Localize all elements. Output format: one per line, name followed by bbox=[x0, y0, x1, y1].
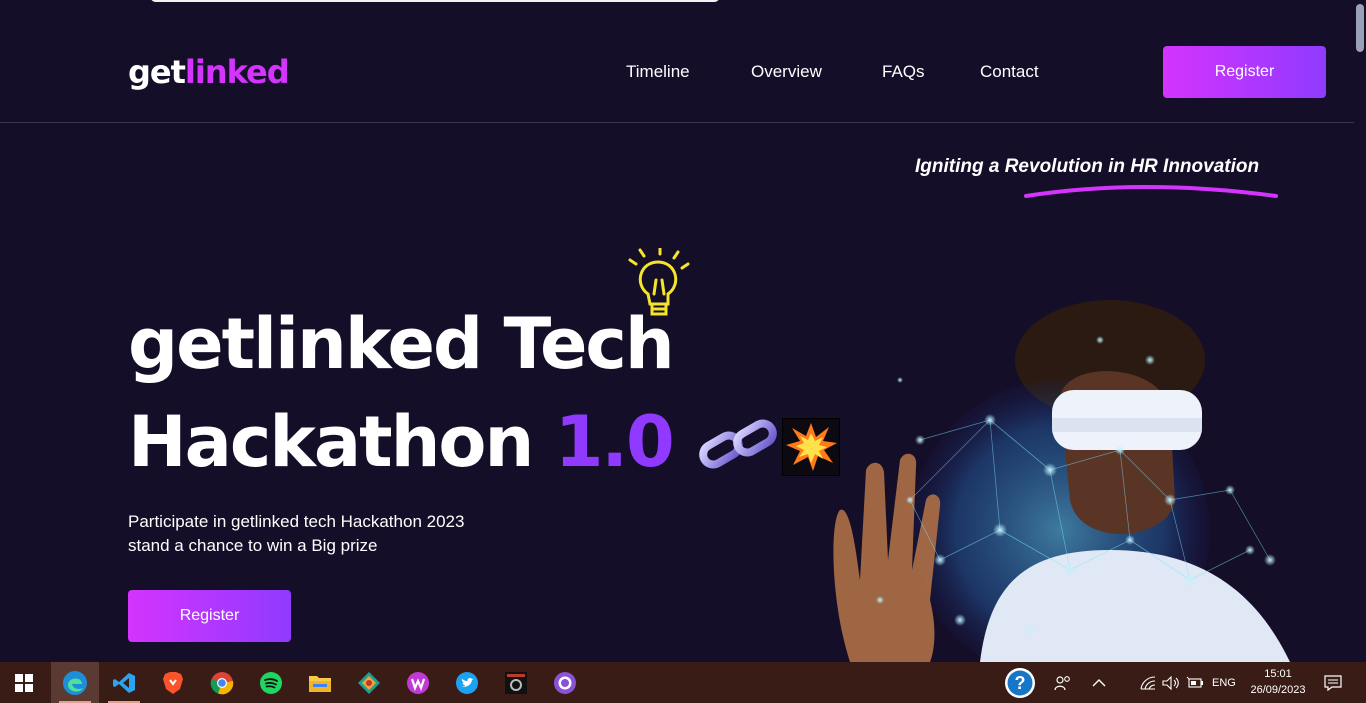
tagline-underline-icon bbox=[1024, 185, 1278, 198]
battery-tray-button[interactable] bbox=[1186, 662, 1204, 703]
hero-title-line1: getlinked Tech bbox=[128, 303, 675, 385]
logo-part-linked: linked bbox=[184, 53, 290, 91]
github-icon bbox=[554, 671, 576, 694]
hero-register-button[interactable]: Register bbox=[128, 590, 291, 642]
battery-icon bbox=[1186, 676, 1203, 688]
taskbar-file-explorer[interactable] bbox=[296, 662, 344, 703]
game-app-icon bbox=[505, 671, 527, 694]
taskbar-github-desktop[interactable] bbox=[541, 662, 589, 703]
nav-register-button[interactable]: Register bbox=[1163, 46, 1326, 98]
taskbar-gitkraken[interactable] bbox=[345, 662, 393, 703]
hero-title-line2: Hackathon 1.0 bbox=[128, 400, 675, 484]
chrome-icon bbox=[210, 671, 234, 694]
network-tray-button[interactable] bbox=[1140, 662, 1156, 703]
taskbar-wps-office[interactable] bbox=[394, 662, 442, 703]
clock-time: 15:01 bbox=[1264, 668, 1292, 680]
language-indicator[interactable]: ENG bbox=[1212, 662, 1236, 703]
chain-link-icon bbox=[699, 419, 777, 469]
taskbar-twitter[interactable] bbox=[443, 662, 491, 703]
nav-link-overview[interactable]: Overview bbox=[751, 62, 822, 82]
nav-link-contact[interactable]: Contact bbox=[980, 62, 1039, 82]
taskbar-spotify[interactable] bbox=[247, 662, 295, 703]
spotify-icon bbox=[260, 671, 282, 694]
start-button[interactable] bbox=[0, 662, 48, 703]
chevron-up-icon bbox=[1092, 678, 1106, 686]
wps-office-icon bbox=[407, 671, 429, 694]
scrollbar-thumb[interactable] bbox=[1356, 4, 1364, 52]
brave-icon bbox=[163, 671, 183, 694]
notification-icon bbox=[1324, 674, 1342, 691]
taskbar-chrome[interactable] bbox=[198, 662, 246, 703]
vscode-icon bbox=[113, 672, 135, 693]
svg-text:?: ? bbox=[1015, 673, 1026, 693]
show-hidden-icons-button[interactable] bbox=[1092, 662, 1106, 703]
logo-part-get: get bbox=[128, 53, 186, 91]
taskbar-edge[interactable] bbox=[51, 662, 99, 703]
nav-link-timeline[interactable]: Timeline bbox=[626, 62, 690, 82]
gitkraken-icon bbox=[358, 671, 380, 694]
folder-icon bbox=[309, 675, 331, 692]
people-icon bbox=[1054, 675, 1070, 690]
hero-description: Participate in getlinked tech Hackathon … bbox=[128, 512, 465, 555]
nav-link-faqs[interactable]: FAQs bbox=[882, 62, 925, 82]
browser-tab-edge bbox=[150, 0, 720, 2]
clock-date: 26/09/2023 bbox=[1250, 684, 1306, 696]
hero-vr-person-image bbox=[833, 300, 1290, 662]
taskbar-clock[interactable]: 15:01 26/09/2023 bbox=[1240, 666, 1316, 698]
help-tray-button[interactable]: ? bbox=[1004, 662, 1036, 703]
hero-title-hackathon: Hackathon bbox=[128, 401, 534, 483]
taskbar-vscode[interactable] bbox=[100, 662, 148, 703]
notifications-button[interactable] bbox=[1324, 662, 1342, 703]
speaker-icon bbox=[1162, 675, 1179, 690]
taskbar-game-app[interactable] bbox=[492, 662, 540, 703]
page-scrollbar[interactable] bbox=[1354, 0, 1366, 660]
hero-version: 1.0 bbox=[554, 401, 675, 483]
twitter-icon bbox=[456, 671, 478, 694]
taskbar-brave[interactable] bbox=[149, 662, 197, 703]
wifi-icon bbox=[1140, 675, 1156, 690]
windows-logo-icon bbox=[15, 673, 33, 692]
volume-tray-button[interactable] bbox=[1162, 662, 1180, 703]
windows-taskbar: ? ENG 15:01 26/09/2023 bbox=[0, 662, 1366, 703]
people-tray-button[interactable] bbox=[1054, 662, 1072, 703]
help-question-icon: ? bbox=[1005, 667, 1035, 698]
brand-logo[interactable]: getlinked bbox=[128, 52, 290, 92]
edge-icon bbox=[63, 670, 87, 695]
hero-tagline: Igniting a Revolution in HR Innovation bbox=[915, 156, 1260, 177]
top-nav: getlinked Timeline Overview FAQs Contact… bbox=[0, 6, 1354, 123]
